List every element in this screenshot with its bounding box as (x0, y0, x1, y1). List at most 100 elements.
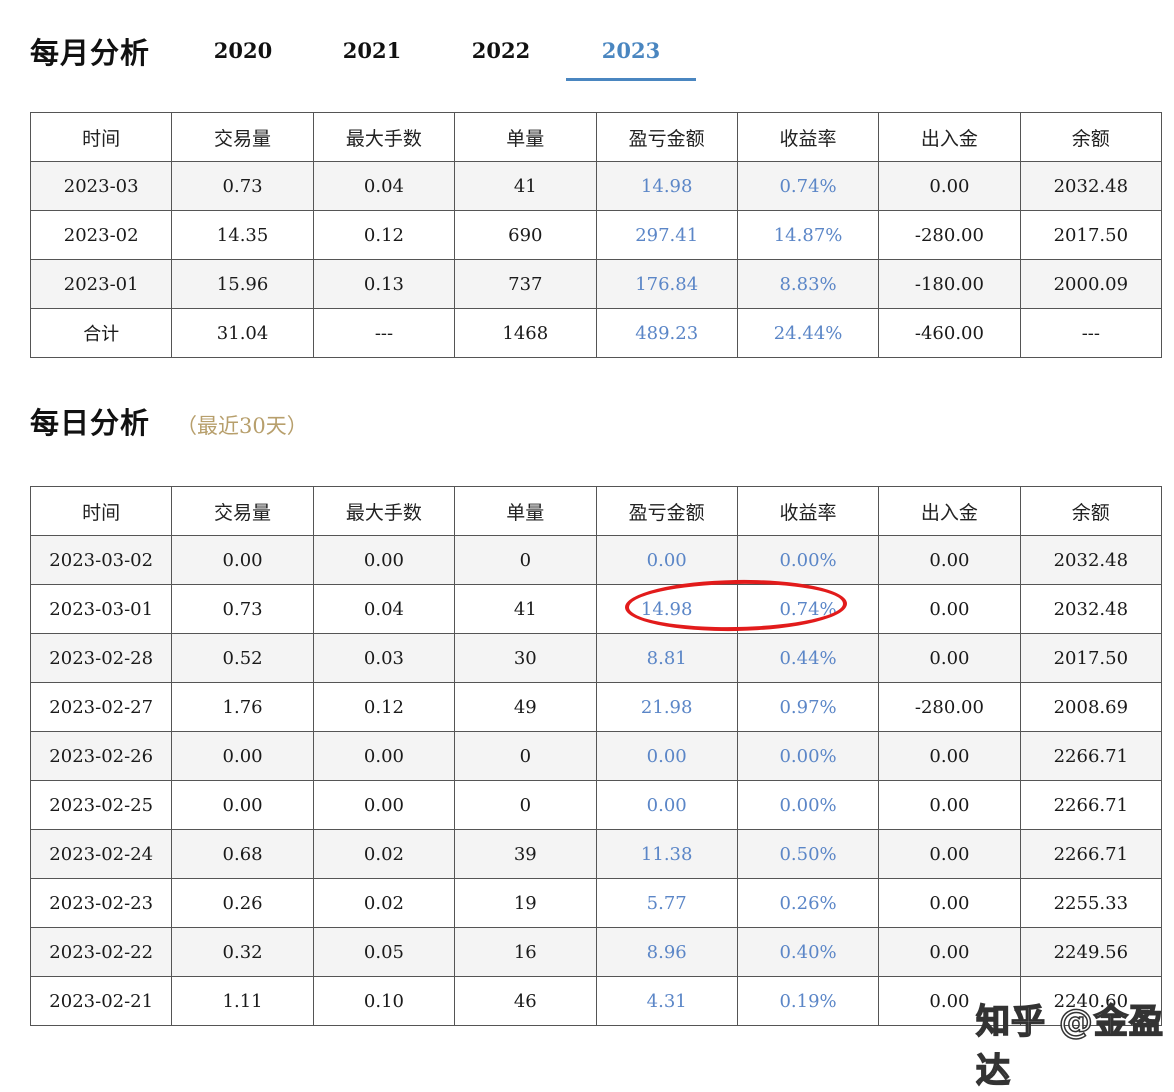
cell-pnl: 5.77 (595, 878, 738, 928)
cell-time: 2023-02-25 (29, 780, 173, 830)
cell-return-rate: 0.26% (736, 878, 880, 928)
cell-pnl: 14.98 (595, 161, 738, 211)
cell-deposit-withdrawal: -280.00 (878, 682, 1021, 732)
cell-max-lots: 0.00 (312, 731, 456, 781)
daily-analysis-title: 每日分析 (30, 406, 151, 440)
column-header-balance: 余额 (1019, 486, 1163, 536)
cell-time: 2023-02-23 (29, 878, 173, 928)
cell-deposit-withdrawal: 0.00 (878, 161, 1021, 211)
cell-volume: 0.26 (171, 878, 314, 928)
column-header-return-rate: 收益率 (736, 486, 880, 536)
cell-max-lots: 0.12 (312, 682, 456, 732)
tab-2020[interactable]: 2020 (178, 24, 308, 78)
table-row: 2023-01 15.96 0.13 737 176.84 8.83% -180.00 200… (29, 259, 1163, 309)
cell-max-lots: 0.05 (312, 927, 456, 977)
cell-volume: 14.35 (171, 210, 314, 260)
cell-balance: 2240.60 (1019, 976, 1163, 1026)
cell-deposit-withdrawal: 0.00 (878, 976, 1021, 1026)
table-row: 2023-02-23 0.26 0.02 19 5.77 0.26% 0.00 2255.33 (29, 878, 1163, 928)
table-header-row: 时间 交易量 最大手数 单量 盈亏金额 收益率 出入金 余额 (29, 486, 1163, 536)
cell-orders: 49 (454, 682, 597, 732)
cell-orders: 0 (454, 535, 597, 585)
table-row: 2023-02-21 1.11 0.10 46 4.31 0.19% 0.00 2240.60 (29, 976, 1163, 1026)
cell-volume: 1.76 (171, 682, 314, 732)
monthly-table: 时间 交易量 最大手数 单量 盈亏金额 收益率 出入金 余额 2023-03 0.73 0.04 4… (29, 112, 1163, 358)
cell-volume: 1.11 (171, 976, 314, 1026)
cell-orders: 1468 (454, 308, 597, 358)
cell-orders: 690 (454, 210, 597, 260)
cell-volume: 0.52 (171, 633, 314, 683)
cell-max-lots: 0.03 (312, 633, 456, 683)
cell-max-lots: 0.13 (312, 259, 456, 309)
table-row: 2023-02-27 1.76 0.12 49 21.98 0.97% -280.00 200… (29, 682, 1163, 732)
cell-max-lots: 0.00 (312, 535, 456, 585)
table-row: 2023-03-01 0.73 0.04 41 14.98 0.74% 0.00 2032.4… (29, 584, 1163, 634)
cell-pnl: 297.41 (595, 210, 738, 260)
cell-time: 2023-03 (29, 161, 173, 211)
daily-table: 时间 交易量 最大手数 单量 盈亏金额 收益率 出入金 余额 2023-03-02 0.00 0.… (29, 486, 1163, 1026)
tab-2021[interactable]: 2021 (307, 24, 437, 78)
cell-time: 2023-02-27 (29, 682, 173, 732)
cell-deposit-withdrawal: 0.00 (878, 878, 1021, 928)
cell-return-rate: 0.00% (736, 780, 880, 830)
cell-volume: 0.68 (171, 829, 314, 879)
cell-orders: 19 (454, 878, 597, 928)
cell-return-rate: 24.44% (736, 308, 880, 358)
cell-balance: 2008.69 (1019, 682, 1163, 732)
column-header-orders: 单量 (454, 486, 597, 536)
tab-2023[interactable]: 2023 (566, 24, 696, 81)
column-header-pnl: 盈亏金额 (595, 112, 738, 162)
cell-orders: 737 (454, 259, 597, 309)
cell-time: 2023-02-26 (29, 731, 173, 781)
column-header-deposit-withdrawal: 出入金 (878, 486, 1021, 536)
cell-pnl: 176.84 (595, 259, 738, 309)
table-row: 2023-03 0.73 0.04 41 14.98 0.74% 0.00 2032.48 (29, 161, 1163, 211)
cell-volume: 0.32 (171, 927, 314, 977)
cell-orders: 41 (454, 584, 597, 634)
cell-deposit-withdrawal: -460.00 (878, 308, 1021, 358)
cell-balance: 2017.50 (1019, 633, 1163, 683)
table-row: 2023-02-24 0.68 0.02 39 11.38 0.50% 0.00 2266.7… (29, 829, 1163, 879)
cell-orders: 0 (454, 780, 597, 830)
cell-orders: 46 (454, 976, 597, 1026)
column-header-orders: 单量 (454, 112, 597, 162)
cell-deposit-withdrawal: -180.00 (878, 259, 1021, 309)
recent-30-days-label: （最近30天） (176, 414, 308, 438)
cell-pnl: 21.98 (595, 682, 738, 732)
cell-volume: 0.00 (171, 780, 314, 830)
cell-return-rate: 0.74% (736, 584, 880, 634)
cell-time: 2023-03-01 (29, 584, 173, 634)
table-row: 2023-02 14.35 0.12 690 297.41 14.87% -280.00 20… (29, 210, 1163, 260)
cell-max-lots: 0.04 (312, 161, 456, 211)
cell-pnl: 8.81 (595, 633, 738, 683)
tab-2022[interactable]: 2022 (436, 24, 566, 78)
table-row: 2023-03-02 0.00 0.00 0 0.00 0.00% 0.00 2032.48 (29, 535, 1163, 585)
cell-volume: 0.00 (171, 731, 314, 781)
cell-deposit-withdrawal: -280.00 (878, 210, 1021, 260)
cell-volume: 0.73 (171, 584, 314, 634)
cell-pnl: 4.31 (595, 976, 738, 1026)
cell-orders: 0 (454, 731, 597, 781)
cell-balance: 2266.71 (1019, 731, 1163, 781)
column-header-pnl: 盈亏金额 (595, 486, 738, 536)
cell-pnl: 8.96 (595, 927, 738, 977)
cell-deposit-withdrawal: 0.00 (878, 927, 1021, 977)
cell-balance: 2000.09 (1019, 259, 1163, 309)
cell-max-lots: 0.02 (312, 878, 456, 928)
cell-orders: 41 (454, 161, 597, 211)
cell-return-rate: 14.87% (736, 210, 880, 260)
cell-return-rate: 0.97% (736, 682, 880, 732)
cell-return-rate: 0.19% (736, 976, 880, 1026)
cell-pnl: 0.00 (595, 535, 738, 585)
column-header-time: 时间 (29, 486, 173, 536)
column-header-time: 时间 (29, 112, 173, 162)
cell-max-lots: 0.02 (312, 829, 456, 879)
cell-time: 2023-02 (29, 210, 173, 260)
cell-time: 2023-01 (29, 259, 173, 309)
cell-orders: 30 (454, 633, 597, 683)
cell-volume: 31.04 (171, 308, 314, 358)
cell-balance: 2032.48 (1019, 161, 1163, 211)
cell-orders: 16 (454, 927, 597, 977)
cell-balance: 2266.71 (1019, 829, 1163, 879)
cell-orders: 39 (454, 829, 597, 879)
